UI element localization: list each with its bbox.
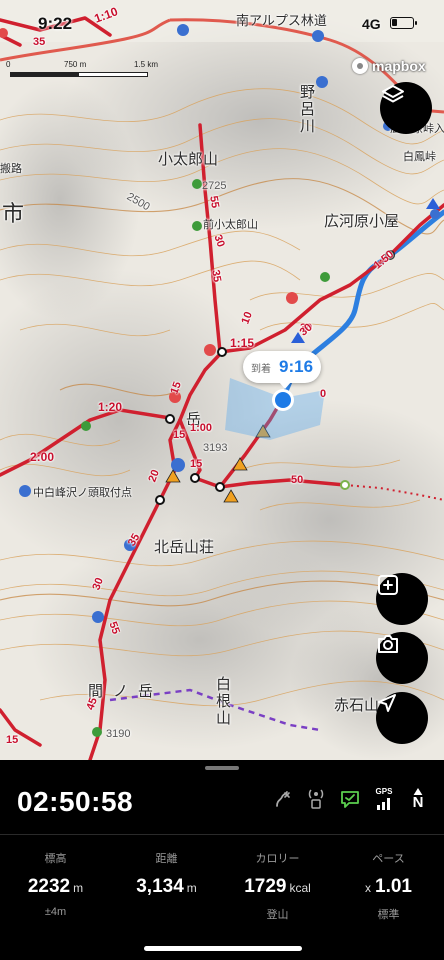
stat-value: 2232 <box>27 876 71 897</box>
stat-title: 距離 <box>155 853 178 865</box>
scale-tick: 1.5 km <box>134 60 159 69</box>
signal-tower-icon[interactable] <box>306 788 326 810</box>
stat-value-row: 1729 kcal <box>222 876 333 898</box>
map-label-akaishi: 赤石山 <box>334 697 380 714</box>
stat-value: 1729 <box>244 876 287 897</box>
stat-sub: 登山 <box>266 909 289 921</box>
map-label-elev-3190: 3190 <box>106 728 131 740</box>
activity-panel[interactable]: 02:50:58 GPS N 標高 2232 m ±4m 距離 3,134 m … <box>0 760 444 960</box>
stat-prefix: x <box>365 881 371 895</box>
camera-button[interactable] <box>376 632 428 684</box>
compass-north-icon[interactable]: N <box>408 788 428 810</box>
course-time: 1:20 <box>98 400 123 414</box>
elapsed-time: 02:50:58 <box>17 786 134 817</box>
map-label-maekotaro: 前小太郎山 <box>203 219 258 231</box>
scale-bar: 0 750 m 1.5 km <box>6 58 158 82</box>
stat-value-row: 2232 m <box>0 876 111 898</box>
mapbox-logo[interactable]: mapbox <box>352 58 426 74</box>
stat-sub: 標準 <box>377 909 400 921</box>
map-label-hakuho-pass: 白鳳峠 <box>403 151 436 163</box>
map-label-city: 市 <box>2 201 25 226</box>
map-label-kotaro-yama: 小太郎山 <box>158 151 219 168</box>
camera-icon <box>378 635 398 653</box>
stat-elevation: 標高 2232 m ±4m <box>0 850 111 922</box>
layers-icon <box>382 85 404 103</box>
stat-distance: 距離 3,134 m <box>111 850 222 922</box>
stat-unit: m <box>73 881 84 895</box>
messaging-icon[interactable] <box>340 788 360 810</box>
mapbox-wordmark: mapbox <box>372 58 426 74</box>
course-time: 15 <box>190 458 203 470</box>
compass-label: N <box>412 794 424 811</box>
stat-title: カロリー <box>255 853 300 865</box>
map-view[interactable]: 南アルプス林道 広河原峠入 白鳳峠 野呂川 小太郎山 2725 前小太郎山 広河… <box>0 0 444 760</box>
divider <box>0 834 444 835</box>
map-label-nakashirane: 中白峰沢ノ頭取付点 <box>33 487 132 499</box>
course-time: 50 <box>291 474 304 486</box>
mapbox-icon <box>352 58 368 74</box>
stat-value: 3,134 <box>136 876 184 897</box>
course-time: 35 <box>33 36 46 48</box>
stat-unit: m <box>186 881 197 895</box>
stat-unit: kcal <box>289 881 311 895</box>
course-time: 1:15 <box>230 336 255 350</box>
map-label-elev-2725: 2725 <box>202 180 227 192</box>
stat-title: ペース <box>372 853 405 865</box>
drag-handle[interactable] <box>205 766 239 770</box>
map-label-hirokawara-hut: 広河原小屋 <box>324 213 400 230</box>
locate-button[interactable] <box>376 692 428 744</box>
stat-pace: ペース x 1.01 標準 <box>333 850 444 922</box>
map-label-shirane: 白根山 <box>214 676 231 727</box>
location-arrow-icon <box>378 694 396 712</box>
map-label-kanpan-road: 搬路 <box>0 163 22 175</box>
gps-label: GPS <box>375 787 393 796</box>
course-time: 15 <box>6 734 19 746</box>
status-icons: GPS N <box>272 788 428 810</box>
map-label-aino-dake: 間ノ岳 <box>88 683 164 700</box>
course-time: 2:00 <box>30 450 55 464</box>
scale-bar-graphic <box>10 72 148 77</box>
course-time: 1:00 <box>190 422 213 434</box>
gps-icon[interactable]: GPS <box>374 788 394 810</box>
stat-value-row: x 1.01 <box>333 876 444 898</box>
stat-calories: カロリー 1729 kcal 登山 <box>222 850 333 922</box>
course-time: 15 <box>173 429 186 441</box>
stat-value-row: 3,134 m <box>111 876 222 898</box>
stat-value: 1.01 <box>375 876 412 897</box>
course-time: 35 <box>209 268 224 284</box>
add-note-icon <box>378 575 398 595</box>
network-indicator: 4G <box>362 16 381 32</box>
layers-button[interactable] <box>380 82 432 134</box>
course-time: 55 <box>207 194 222 210</box>
add-memo-button[interactable] <box>376 573 428 625</box>
map-label-noro-river: 野呂川 <box>298 84 315 135</box>
battery-icon <box>390 17 417 29</box>
course-time: 0 <box>320 388 327 400</box>
stat-sub: ±4m <box>44 906 67 918</box>
home-indicator[interactable] <box>144 946 302 951</box>
map-label-elev-3193: 3193 <box>203 442 228 454</box>
arrival-label: 到着 <box>251 363 271 375</box>
map-label-kitadake-sanso: 北岳山荘 <box>154 539 215 556</box>
arrival-time: 9:16 <box>279 357 314 376</box>
route-icon[interactable] <box>272 788 292 810</box>
map-label-rindo: 南アルプス林道 <box>236 13 327 28</box>
status-time: 9:22 <box>38 14 73 33</box>
stats-row: 標高 2232 m ±4m 距離 3,134 m カロリー 1729 kcal 登山 … <box>0 850 444 922</box>
stat-title: 標高 <box>44 853 67 865</box>
arrival-estimate: 到着 9:16 <box>243 351 322 389</box>
